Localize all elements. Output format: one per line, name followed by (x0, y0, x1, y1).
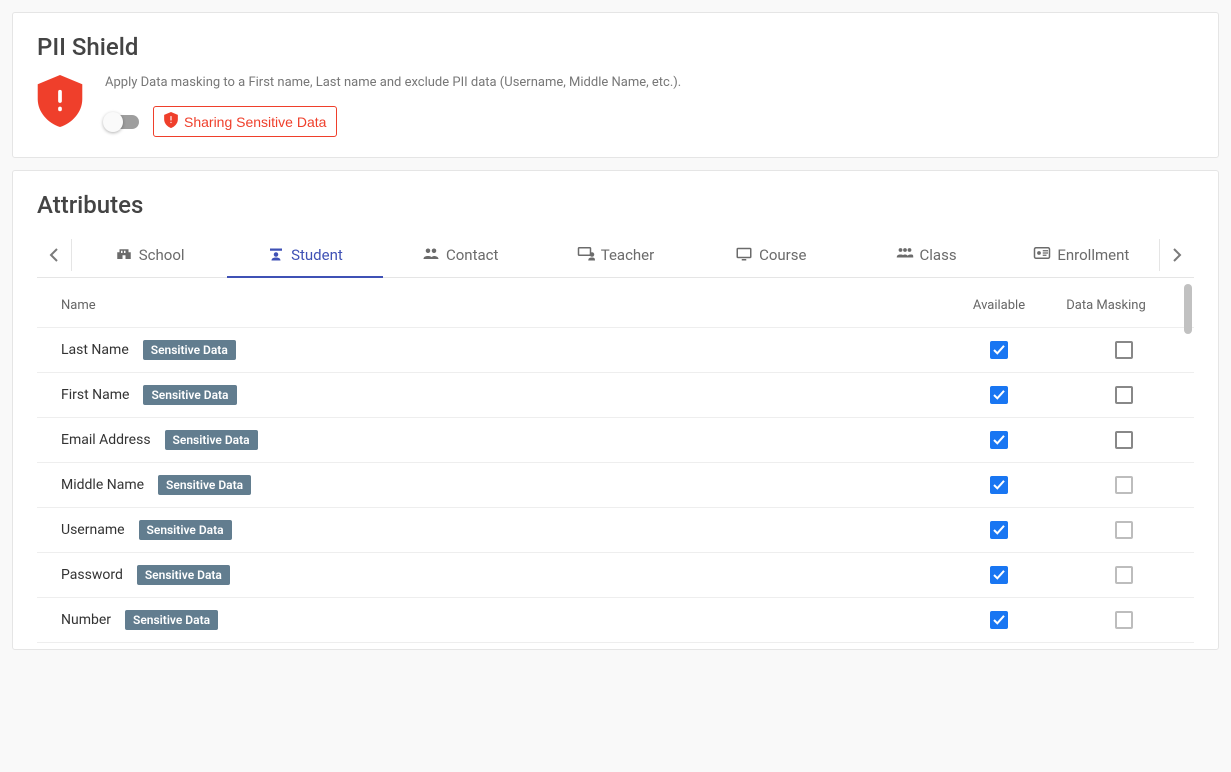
sharing-sensitive-data-label: Sharing Sensitive Data (184, 114, 326, 130)
column-available: Available (944, 284, 1054, 328)
tab-label: Contact (446, 246, 498, 264)
tab-course[interactable]: Course (693, 233, 848, 277)
sensitive-data-badge: Sensitive Data (143, 385, 236, 405)
pii-shield-description: Apply Data masking to a First name, Last… (105, 75, 1194, 90)
student-icon (267, 245, 285, 265)
warning-shield-icon (164, 112, 178, 131)
tab-class[interactable]: Class (848, 233, 1003, 277)
attribute-name: Email Address (61, 432, 151, 448)
available-checkbox[interactable] (990, 431, 1008, 449)
data-masking-checkbox[interactable] (1115, 611, 1133, 629)
tab-teacher[interactable]: Teacher (538, 233, 693, 277)
teacher-icon (577, 245, 595, 265)
column-name: Name (37, 284, 944, 328)
attribute-name: Username (61, 522, 125, 538)
sensitive-data-badge: Sensitive Data (137, 565, 230, 585)
pii-shield-title: PII Shield (37, 33, 1194, 61)
shield-icon (37, 75, 83, 131)
attribute-name: Password (61, 567, 123, 583)
column-data-masking: Data Masking (1054, 284, 1194, 328)
table-row: Number Sensitive Data (37, 598, 1194, 643)
pii-shield-toggle[interactable] (105, 115, 139, 129)
table-row: Email Address Sensitive Data (37, 418, 1194, 463)
tab-label: Teacher (601, 246, 655, 264)
available-checkbox[interactable] (990, 341, 1008, 359)
tab-label: Class (920, 246, 957, 264)
attributes-title: Attributes (37, 191, 1194, 219)
available-checkbox[interactable] (990, 521, 1008, 539)
available-checkbox[interactable] (990, 386, 1008, 404)
tab-label: Student (291, 246, 343, 264)
attribute-name: Middle Name (61, 477, 144, 493)
data-masking-checkbox[interactable] (1115, 431, 1133, 449)
available-checkbox[interactable] (990, 611, 1008, 629)
table-row: Username Sensitive Data (37, 508, 1194, 553)
sensitive-data-badge: Sensitive Data (125, 610, 218, 630)
pii-shield-card: PII Shield Apply Data masking to a First… (12, 12, 1219, 158)
available-checkbox[interactable] (990, 476, 1008, 494)
available-checkbox[interactable] (990, 566, 1008, 584)
class-icon (896, 245, 914, 265)
sensitive-data-badge: Sensitive Data (158, 475, 251, 495)
tab-enrollment[interactable]: Enrollment (1004, 233, 1159, 277)
tab-label: School (139, 246, 185, 264)
sharing-sensitive-data-button[interactable]: Sharing Sensitive Data (153, 106, 337, 137)
attributes-table: Name Available Data Masking Last Name Sen… (37, 284, 1194, 643)
table-row: First Name Sensitive Data (37, 373, 1194, 418)
tab-school[interactable]: School (72, 233, 227, 277)
course-icon (735, 245, 753, 265)
sensitive-data-badge: Sensitive Data (143, 340, 236, 360)
enrollment-icon (1033, 245, 1051, 265)
attribute-name: Last Name (61, 342, 129, 358)
attributes-table-wrap: Name Available Data Masking Last Name Sen… (37, 284, 1194, 643)
tab-contact[interactable]: Contact (383, 233, 538, 277)
tab-label: Enrollment (1057, 246, 1129, 264)
tab-label: Course (759, 246, 806, 264)
data-masking-checkbox[interactable] (1115, 386, 1133, 404)
attributes-tabs: School Student Contact Teacher Course Class En… (37, 233, 1194, 278)
data-masking-checkbox[interactable] (1115, 566, 1133, 584)
scrollbar[interactable] (1184, 284, 1192, 334)
contact-icon (422, 245, 440, 265)
school-icon (115, 245, 133, 265)
table-row: Password Sensitive Data (37, 553, 1194, 598)
attribute-name: Number (61, 612, 111, 628)
tab-student[interactable]: Student (227, 233, 382, 277)
data-masking-checkbox[interactable] (1115, 341, 1133, 359)
data-masking-checkbox[interactable] (1115, 521, 1133, 539)
data-masking-checkbox[interactable] (1115, 476, 1133, 494)
tabs-scroll-left[interactable] (37, 233, 71, 277)
table-row: Last Name Sensitive Data (37, 328, 1194, 373)
table-row: Middle Name Sensitive Data (37, 463, 1194, 508)
attributes-card: Attributes School Student Contact Teacher Co… (12, 170, 1219, 650)
attribute-name: First Name (61, 387, 129, 403)
sensitive-data-badge: Sensitive Data (165, 430, 258, 450)
tabs-scroll-right[interactable] (1160, 233, 1194, 277)
sensitive-data-badge: Sensitive Data (139, 520, 232, 540)
